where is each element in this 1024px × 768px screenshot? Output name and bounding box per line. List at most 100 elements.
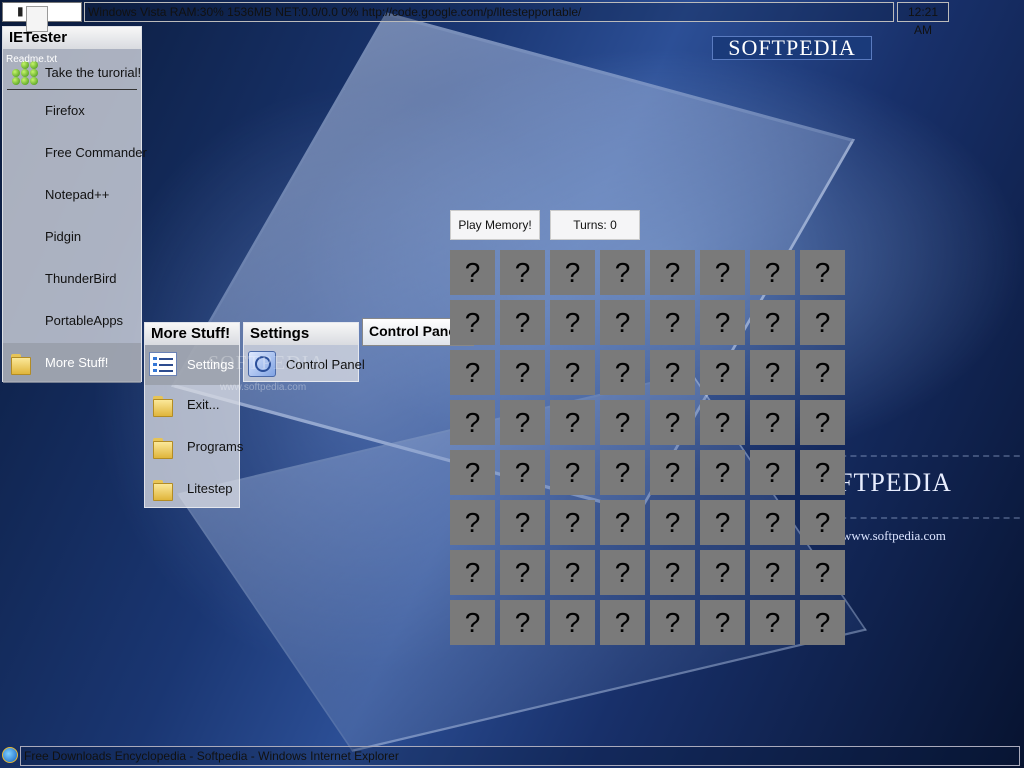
internet-explorer-icon[interactable] xyxy=(2,747,18,763)
memory-card[interactable]: ? xyxy=(600,550,645,595)
menu-item-more-stuff[interactable]: More Stuff! xyxy=(3,343,141,383)
folder-icon xyxy=(151,393,175,417)
main-menu: IETester Take the turorial! Firefox Free… xyxy=(2,26,147,383)
memory-card[interactable]: ? xyxy=(550,500,595,545)
memory-card[interactable]: ? xyxy=(500,450,545,495)
taskbar-window-button[interactable]: Free Downloads Encyclopedia - Softpedia … xyxy=(20,746,1020,766)
memory-card[interactable]: ? xyxy=(750,250,795,295)
menu-item-thunderbird-label: ThunderBird xyxy=(45,271,117,286)
memory-card[interactable]: ? xyxy=(500,300,545,345)
cursor-icon: ▮ xyxy=(17,4,24,18)
memory-card[interactable]: ? xyxy=(650,350,695,395)
memory-card[interactable]: ? xyxy=(600,450,645,495)
memory-card[interactable]: ? xyxy=(700,400,745,445)
play-memory-button[interactable]: Play Memory! xyxy=(450,210,540,240)
memory-card[interactable]: ? xyxy=(500,400,545,445)
memory-card[interactable]: ? xyxy=(650,450,695,495)
menu-item-programs-label: Programs xyxy=(187,439,244,454)
memory-card[interactable]: ? xyxy=(800,600,845,645)
memory-card[interactable]: ? xyxy=(500,550,545,595)
memory-card[interactable]: ? xyxy=(800,550,845,595)
memory-card[interactable]: ? xyxy=(500,250,545,295)
menu-item-litestep-label: Litestep xyxy=(187,481,233,496)
memory-card[interactable]: ? xyxy=(700,300,745,345)
memory-card-grid: ????????????????????????????????????????… xyxy=(450,250,850,650)
memory-card[interactable]: ? xyxy=(450,500,495,545)
more-stuff-menu: More Stuff! Settings Exit... Programs Li… xyxy=(144,322,243,509)
memory-card[interactable]: ? xyxy=(700,600,745,645)
memory-card[interactable]: ? xyxy=(550,350,595,395)
menu-item-programs[interactable]: Programs xyxy=(145,427,243,467)
memory-card[interactable]: ? xyxy=(700,500,745,545)
memory-card[interactable]: ? xyxy=(600,500,645,545)
memory-card[interactable]: ? xyxy=(450,400,495,445)
memory-card[interactable]: ? xyxy=(500,350,545,395)
bottom-taskbar: Free Downloads Encyclopedia - Softpedia … xyxy=(0,744,1024,768)
memory-card[interactable]: ? xyxy=(450,450,495,495)
menu-item-firefox-label: Firefox xyxy=(45,103,85,118)
memory-card[interactable]: ? xyxy=(700,550,745,595)
memory-card[interactable]: ? xyxy=(500,500,545,545)
more-stuff-menu-title: More Stuff! xyxy=(145,323,239,345)
softpedia-wallpaper-url: www.softpedia.com xyxy=(842,528,946,543)
memory-card[interactable]: ? xyxy=(550,550,595,595)
menu-item-more-stuff-label: More Stuff! xyxy=(45,355,109,370)
memory-card[interactable]: ? xyxy=(600,300,645,345)
menu-item-free-commander[interactable]: Free Commander xyxy=(3,133,147,173)
memory-card[interactable]: ? xyxy=(750,300,795,345)
memory-card[interactable]: ? xyxy=(600,600,645,645)
memory-card[interactable]: ? xyxy=(600,350,645,395)
memory-card[interactable]: ? xyxy=(750,350,795,395)
folder-icon xyxy=(151,435,175,459)
memory-card[interactable]: ? xyxy=(550,250,595,295)
memory-card[interactable]: ? xyxy=(650,400,695,445)
menu-item-thunderbird[interactable]: ThunderBird xyxy=(3,259,141,299)
folder-icon xyxy=(151,477,175,501)
menu-item-pidgin-label: Pidgin xyxy=(45,229,82,244)
menu-item-pidgin[interactable]: Pidgin xyxy=(3,217,141,257)
memory-card[interactable]: ? xyxy=(650,500,695,545)
memory-card[interactable]: ? xyxy=(700,350,745,395)
memory-card[interactable]: ? xyxy=(500,600,545,645)
menu-item-notepad-label: Notepad++ xyxy=(45,187,110,202)
memory-card[interactable]: ? xyxy=(700,250,745,295)
memory-card[interactable]: ? xyxy=(800,450,845,495)
clock: 12:21 AM xyxy=(897,2,949,37)
memory-card[interactable]: ? xyxy=(650,250,695,295)
memory-card[interactable]: ? xyxy=(450,600,495,645)
checklist-icon xyxy=(149,352,177,376)
memory-card[interactable]: ? xyxy=(650,600,695,645)
memory-card[interactable]: ? xyxy=(800,350,845,395)
memory-card[interactable]: ? xyxy=(450,350,495,395)
memory-card[interactable]: ? xyxy=(750,550,795,595)
memory-card[interactable]: ? xyxy=(800,400,845,445)
memory-card[interactable]: ? xyxy=(750,500,795,545)
menu-item-notepad[interactable]: Notepad++ xyxy=(3,175,141,215)
memory-card[interactable]: ? xyxy=(550,450,595,495)
memory-card[interactable]: ? xyxy=(450,250,495,295)
memory-card[interactable]: ? xyxy=(450,300,495,345)
memory-card[interactable]: ? xyxy=(750,600,795,645)
memory-card[interactable]: ? xyxy=(700,450,745,495)
menu-item-litestep[interactable]: Litestep xyxy=(145,469,239,509)
text-file-icon[interactable] xyxy=(26,6,48,32)
turns-counter: Turns: 0 xyxy=(550,210,640,240)
memory-card[interactable]: ? xyxy=(750,450,795,495)
memory-card[interactable]: ? xyxy=(550,400,595,445)
memory-card[interactable]: ? xyxy=(800,250,845,295)
memory-card[interactable]: ? xyxy=(450,550,495,595)
menu-item-exit-label: Exit... xyxy=(187,397,220,412)
memory-card[interactable]: ? xyxy=(550,300,595,345)
memory-card[interactable]: ? xyxy=(650,550,695,595)
softpedia-wallpaper-text: FTPEDIA xyxy=(838,468,952,497)
memory-card[interactable]: ? xyxy=(800,500,845,545)
memory-card[interactable]: ? xyxy=(800,300,845,345)
menu-item-portableapps[interactable]: PortableApps xyxy=(3,301,141,341)
memory-card[interactable]: ? xyxy=(750,400,795,445)
softpedia-watermark: SOFTPEDIA xyxy=(208,352,325,374)
memory-card[interactable]: ? xyxy=(600,250,645,295)
memory-card[interactable]: ? xyxy=(600,400,645,445)
memory-card[interactable]: ? xyxy=(650,300,695,345)
memory-card[interactable]: ? xyxy=(550,600,595,645)
menu-item-firefox[interactable]: Firefox xyxy=(3,91,141,131)
